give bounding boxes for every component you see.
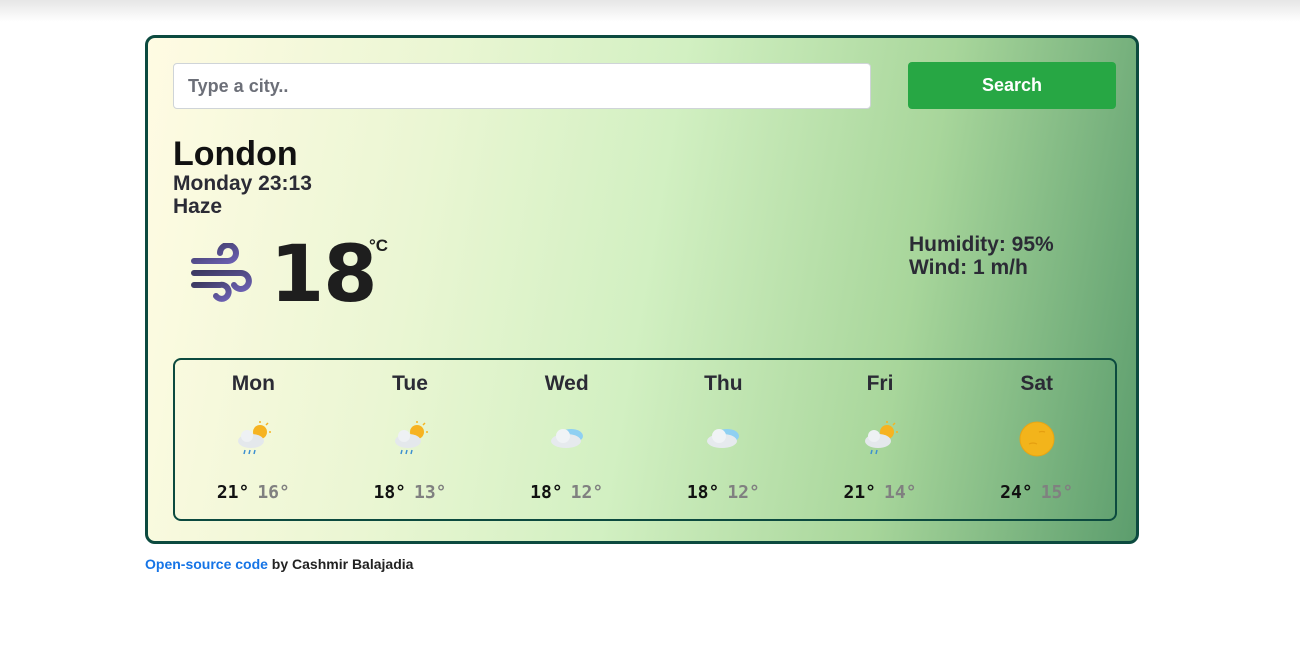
- day-temps: 18° 12°: [645, 482, 802, 503]
- day-name: Tue: [392, 372, 428, 395]
- day-temps: 18° 12°: [488, 482, 645, 503]
- sun-cloud-rain-icon: [395, 421, 428, 455]
- sun-cloud-rain-icon: [865, 421, 899, 455]
- low-temp: 12°: [727, 482, 760, 503]
- wind-icon: [191, 243, 252, 302]
- weather-condition: Haze: [173, 195, 223, 218]
- day-temps: 24° 15°: [958, 482, 1115, 503]
- day-temps: 18° 13°: [332, 482, 489, 503]
- footer-author: by Cashmir Balajadia: [267, 556, 414, 572]
- forecast-day: Fri 21° 14°: [802, 360, 959, 519]
- wind-value: Wind: 1 m/h: [909, 256, 1028, 279]
- sun-cloud-rain-icon: [238, 421, 272, 455]
- day-name: Wed: [544, 372, 589, 395]
- low-temp: 13°: [414, 482, 447, 503]
- city-name: London: [173, 135, 298, 173]
- forecast-day: Thu 18° 12°: [645, 360, 802, 519]
- day-temps: 21° 16°: [175, 482, 332, 503]
- day-name: Thu: [704, 372, 743, 395]
- forecast-day: Sat 24° 15°: [958, 360, 1115, 519]
- humidity-value: Humidity: 95%: [909, 233, 1054, 256]
- cloud-icon: [550, 429, 583, 448]
- low-temp: 14°: [884, 482, 917, 503]
- day-temps: 21° 14°: [802, 482, 959, 503]
- source-code-link[interactable]: Open-source code: [145, 556, 268, 572]
- current-temperature: 18: [270, 230, 378, 320]
- footer-credit: Open-source code by Cashmir Balajadia: [145, 556, 413, 572]
- forecast-day: Mon 21° 16°: [175, 360, 332, 519]
- high-temp: 18°: [686, 482, 720, 503]
- temperature-unit: °C: [369, 236, 389, 255]
- city-search-input[interactable]: [173, 63, 871, 109]
- search-button[interactable]: Search: [908, 62, 1116, 109]
- day-name: Sat: [1020, 372, 1054, 395]
- high-temp: 21°: [216, 482, 250, 503]
- weather-card: Search London Monday 23:13 Haze 18 °C Hu…: [145, 35, 1139, 544]
- forecast-day: Wed 18° 12°: [488, 360, 645, 519]
- high-temp: 18°: [373, 482, 406, 503]
- forecast-day: Tue 18° 13°: [332, 360, 489, 519]
- day-name: Mon: [231, 372, 275, 395]
- browser-top-shadow: [0, 0, 1300, 22]
- date-time: Monday 23:13: [173, 172, 312, 195]
- sun-icon: [1019, 421, 1055, 457]
- high-temp: 21°: [843, 482, 877, 503]
- low-temp: 15°: [1040, 482, 1074, 503]
- high-temp: 18°: [530, 482, 563, 503]
- low-temp: 16°: [257, 482, 290, 503]
- low-temp: 12°: [570, 482, 604, 503]
- forecast-panel: Mon 21° 16° Tue 18° 13° Wed 18° 12° Thu …: [173, 358, 1117, 521]
- cloud-icon: [707, 429, 740, 448]
- high-temp: 24°: [1000, 482, 1033, 503]
- day-name: Fri: [866, 372, 894, 395]
